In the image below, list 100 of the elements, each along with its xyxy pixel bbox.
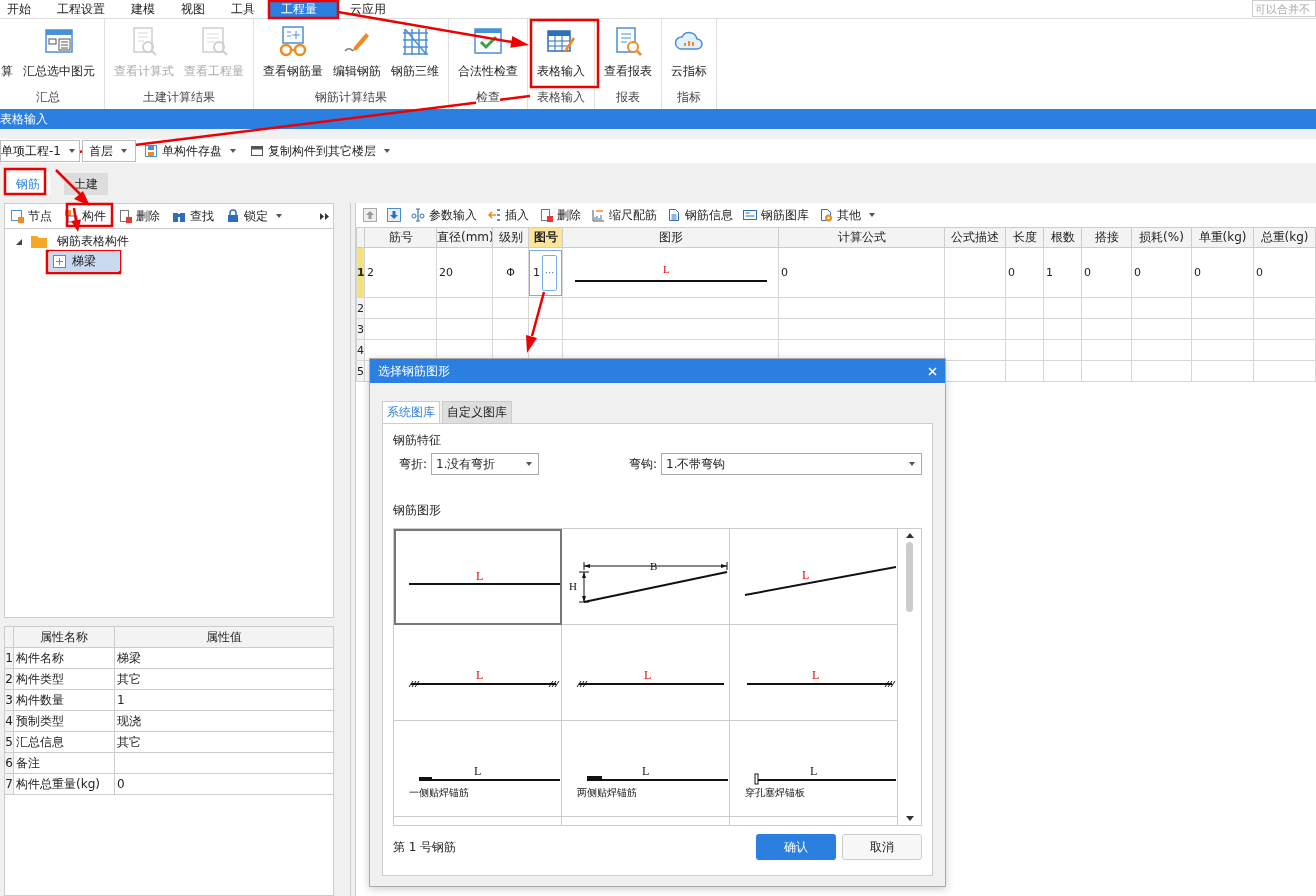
table-cell[interactable]: 20 (436, 247, 493, 298)
column-header[interactable]: 根数 (1043, 228, 1082, 248)
toolbar-button[interactable]: 单构件存盘 (138, 140, 242, 162)
ribbon-button[interactable]: 汇总选中图元 (20, 23, 98, 82)
table-cell[interactable] (1191, 339, 1254, 361)
table-cell[interactable] (364, 318, 437, 340)
scroll-up-icon[interactable] (905, 533, 914, 538)
toolbar-button[interactable]: 删除 (113, 205, 165, 227)
table-cell[interactable] (1131, 318, 1192, 340)
table-cell[interactable] (1191, 360, 1254, 382)
toolbar-button[interactable]: 参数输入 (406, 204, 482, 226)
search-field[interactable]: 可以合并不 (1252, 0, 1316, 17)
table-cell[interactable] (1043, 318, 1082, 340)
property-value[interactable]: 0 (117, 777, 125, 791)
property-value[interactable]: 梯梁 (117, 650, 141, 665)
dropdown-field[interactable]: 1.没有弯折 (431, 453, 540, 475)
table-cell[interactable]: 0 (778, 247, 945, 298)
tree-item[interactable]: 梯梁 (49, 251, 120, 271)
table-cell[interactable] (1081, 318, 1132, 340)
table-cell[interactable]: 0 (1005, 247, 1044, 298)
toolbar-button[interactable]: 删除 (534, 204, 586, 226)
table-cell[interactable] (1253, 360, 1316, 382)
column-header[interactable]: 级别 (492, 228, 529, 248)
column-header[interactable]: 图号 (528, 228, 563, 248)
toolbar-button[interactable]: 其他 (814, 204, 880, 226)
table-cell[interactable] (778, 318, 945, 340)
row-number[interactable]: 2 (356, 297, 365, 319)
dialog-button[interactable]: 取消 (842, 834, 922, 860)
table-cell[interactable] (1043, 297, 1082, 319)
table-cell[interactable]: 0 (1253, 247, 1316, 298)
table-cell[interactable]: 1 (533, 266, 540, 279)
column-header[interactable]: 筋号 (364, 228, 437, 248)
property-value[interactable]: 其它 (117, 734, 141, 749)
row-number[interactable]: 1 (356, 247, 365, 298)
table-cell[interactable] (1253, 318, 1316, 340)
column-header[interactable]: 计算公式 (778, 228, 945, 248)
table-cell[interactable]: 2 (364, 247, 437, 298)
rebar-shape-option[interactable]: L (394, 625, 562, 721)
expand-triangle-icon[interactable] (15, 237, 23, 246)
rebar-shape-option[interactable]: L 两侧贴焊锚筋 (562, 721, 730, 817)
row-number[interactable]: 3 (356, 318, 365, 340)
table-cell[interactable]: 0 (1191, 247, 1254, 298)
table-cell[interactable] (364, 297, 437, 319)
scroll-thumb[interactable] (906, 542, 913, 612)
column-header[interactable]: 搭接 (1081, 228, 1132, 248)
rebar-shape-option[interactable]: L 穿孔塞焊锚板 (730, 721, 898, 817)
ribbon-button[interactable]: 表格输入 (534, 23, 588, 82)
ribbon-button[interactable]: 查看钢筋量 (260, 23, 326, 82)
column-header[interactable]: 公式描述 (944, 228, 1006, 248)
rebar-shape-option[interactable]: L (394, 529, 562, 625)
table-cell[interactable] (492, 297, 529, 319)
menu-tab[interactable]: 工具 (218, 0, 268, 18)
toolbar-button[interactable]: 插入 (482, 204, 534, 226)
table-cell[interactable] (1005, 360, 1044, 382)
table-cell[interactable] (1043, 339, 1082, 361)
table-cell[interactable] (1191, 297, 1254, 319)
table-cell[interactable] (1043, 360, 1082, 382)
table-cell[interactable] (1131, 297, 1192, 319)
column-header[interactable]: 图形 (562, 228, 779, 248)
dropdown-field[interactable]: 1.不带弯钩 (661, 453, 922, 475)
toolbar-button[interactable]: 缩尺配筋 (586, 204, 662, 226)
property-value[interactable]: 其它 (117, 671, 141, 686)
menu-tab[interactable]: 工程设置 (44, 0, 118, 18)
close-icon[interactable] (928, 366, 937, 376)
table-cell[interactable] (778, 297, 945, 319)
tree-item[interactable]: 钢筋表格构件 (55, 233, 131, 250)
table-cell[interactable] (436, 297, 493, 319)
table-cell[interactable] (1131, 360, 1192, 382)
table-cell[interactable]: 0 (1081, 247, 1132, 298)
row-number[interactable]: 5 (356, 360, 365, 382)
floor-dropdown[interactable]: 首层 (82, 140, 136, 162)
table-cell[interactable]: Φ (492, 247, 529, 298)
table-cell[interactable] (436, 318, 493, 340)
menu-tab[interactable]: 开始 (2, 0, 44, 18)
toolbar-button[interactable]: 查找 (167, 205, 219, 227)
table-cell[interactable] (1081, 297, 1132, 319)
menu-tab[interactable]: 云应用 (337, 0, 399, 18)
table-cell[interactable] (1191, 318, 1254, 340)
rebar-shape-option[interactable]: L (562, 625, 730, 721)
toolbar-button[interactable]: 复制构件到其它楼层 (244, 140, 396, 162)
property-value[interactable]: 现浇 (117, 713, 141, 728)
property-value[interactable]: 1 (117, 693, 125, 707)
rebar-shape-option[interactable]: L (730, 625, 898, 721)
table-cell[interactable] (1005, 318, 1044, 340)
ribbon-button[interactable]: 钢筋三维 (388, 23, 442, 82)
toolbar-button[interactable]: 钢筋信息 (662, 204, 738, 226)
table-cell[interactable] (1253, 339, 1316, 361)
column-header[interactable]: 长度 (1005, 228, 1044, 248)
ribbon-button[interactable]: 查看报表 (601, 23, 655, 82)
dialog-button[interactable]: 确认 (756, 834, 836, 860)
toolbar-button[interactable]: 钢筋图库 (738, 204, 814, 226)
double-chevron-icon[interactable] (320, 212, 329, 220)
rebar-shape-option[interactable]: L 一侧贴焊锚筋 (394, 721, 562, 817)
ribbon-button[interactable]: 编辑钢筋 (330, 23, 384, 82)
tab[interactable]: 自定义图库 (442, 401, 512, 423)
table-cell[interactable] (1005, 297, 1044, 319)
column-header[interactable]: 总重(kg) (1253, 228, 1316, 248)
column-header[interactable]: 单重(kg) (1191, 228, 1254, 248)
ribbon-button[interactable]: 算 (0, 23, 16, 82)
toolbar-button[interactable]: 锁定 (221, 205, 287, 227)
